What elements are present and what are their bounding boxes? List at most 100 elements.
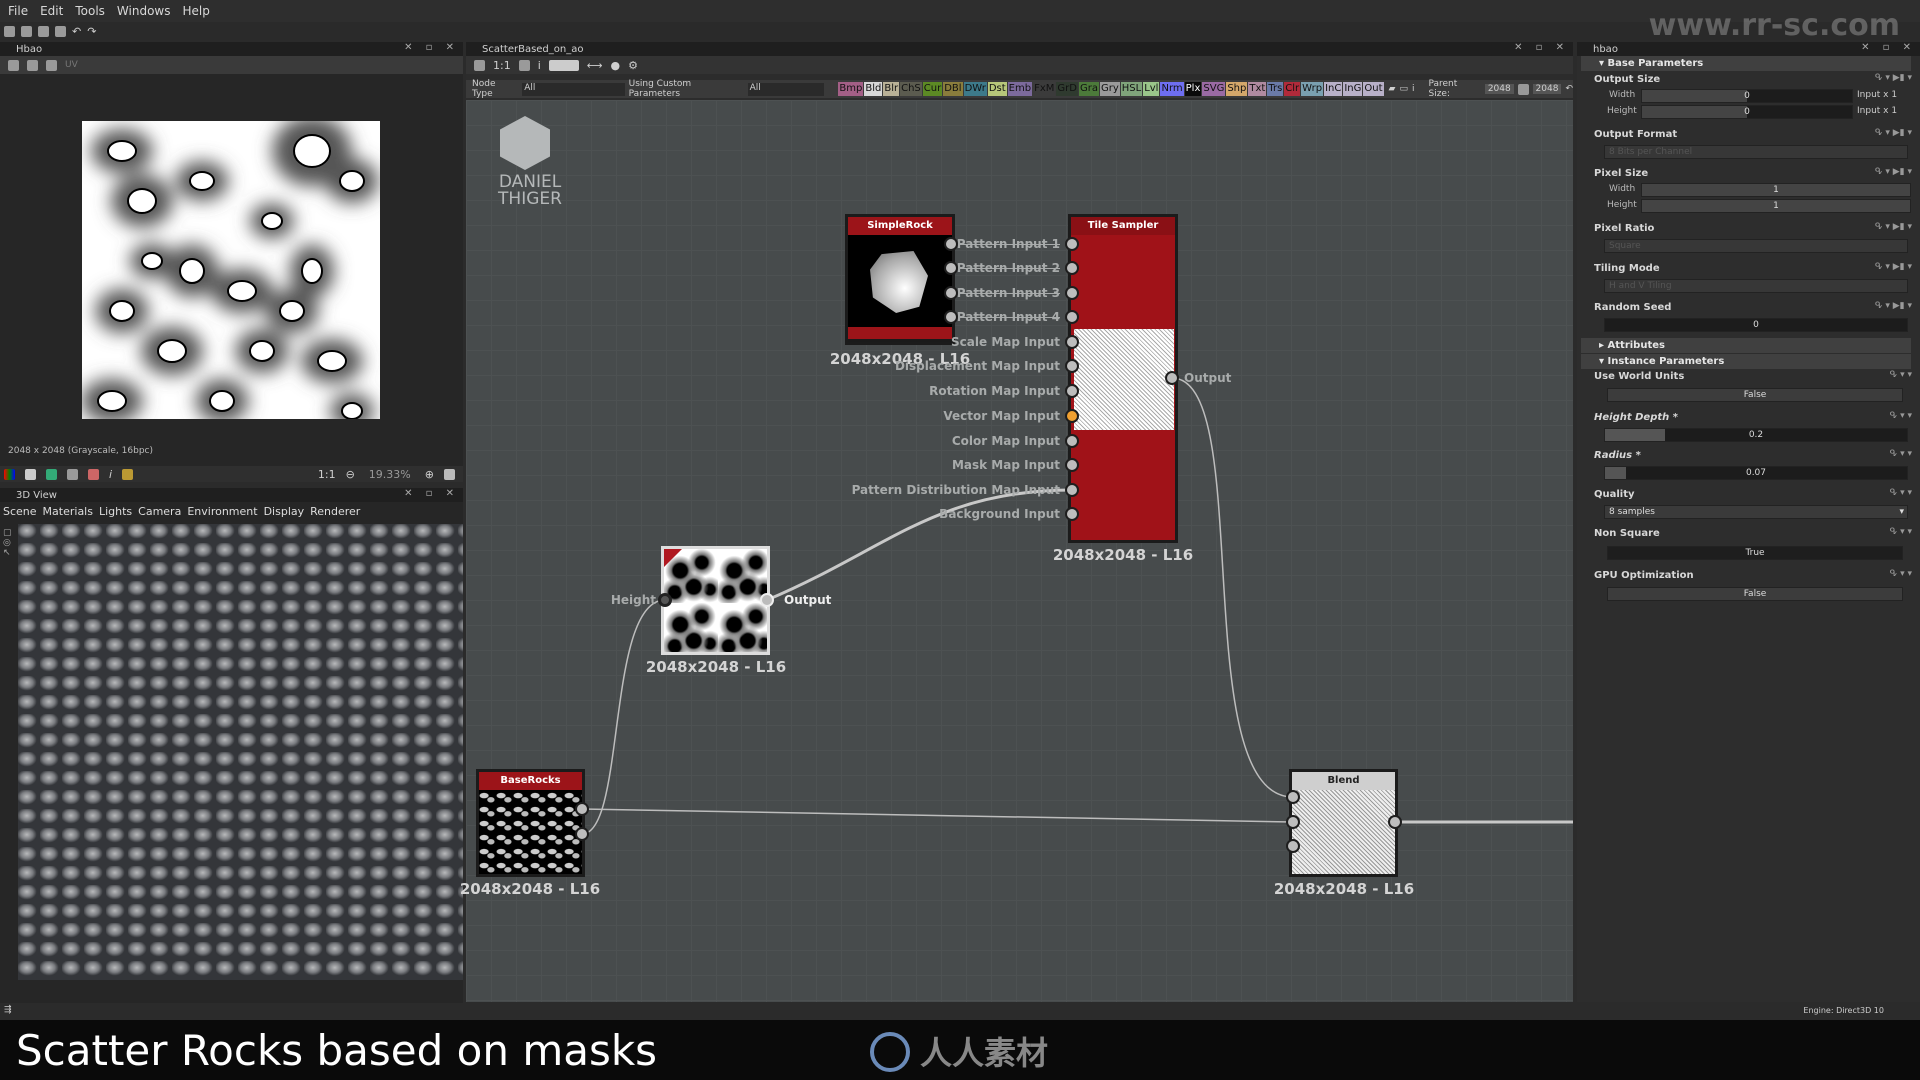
new-icon[interactable]	[4, 25, 15, 37]
menu-help[interactable]: Help	[182, 4, 209, 18]
3d-menu-lights[interactable]: Lights	[99, 505, 132, 518]
menu-tools[interactable]: Tools	[75, 4, 105, 18]
3d-side-tools[interactable]: ▢ ◎ ↖	[3, 528, 15, 568]
window-controls[interactable]: ✕ ▫ ✕	[404, 42, 459, 53]
filter-chip-dwr[interactable]: DWr	[963, 82, 987, 96]
tile-sampler-output-port[interactable]	[1165, 371, 1179, 385]
menu-edit[interactable]: Edit	[40, 4, 63, 18]
blend-output-port[interactable]	[1388, 815, 1402, 829]
tile-sampler-input-port[interactable]	[1065, 335, 1079, 349]
filter-chip-trs[interactable]: Trs	[1267, 82, 1284, 96]
tool-icon[interactable]	[8, 59, 19, 71]
filter-chip-svg[interactable]: SVG	[1202, 82, 1226, 96]
blend-input-port[interactable]	[1286, 790, 1300, 804]
comment-icon[interactable]: ▰	[1389, 84, 1396, 94]
link-icon[interactable]: ⟷	[587, 59, 603, 72]
filter-chip-clr[interactable]: Clr	[1284, 82, 1301, 96]
simple-rock-output-port[interactable]	[944, 286, 958, 300]
tile-sampler-input-port[interactable]	[1065, 261, 1079, 275]
node-type-select[interactable]: All	[522, 82, 625, 96]
base-rocks-output-port[interactable]	[575, 802, 589, 816]
3d-menu-scene[interactable]: Scene	[3, 505, 37, 518]
non-square-toggle[interactable]: True	[1607, 546, 1903, 560]
link-size-icon[interactable]	[1517, 83, 1529, 95]
gpu-optimization-toggle[interactable]: False	[1607, 587, 1903, 601]
height-depth-slider[interactable]: 0.2	[1604, 428, 1908, 442]
bulb-icon[interactable]: ●	[611, 59, 621, 72]
graph-canvas[interactable]: DANIEL THIGER SimpleRock 2048x2048 - L16…	[460, 100, 1573, 1002]
tile-sampler-input-port[interactable]	[1065, 359, 1079, 373]
node-simple-rock[interactable]: SimpleRock	[845, 214, 955, 345]
tile-sampler-input-port[interactable]	[1065, 434, 1079, 448]
tile-sampler-input-port[interactable]	[1065, 458, 1079, 472]
ratio-button[interactable]: 1:1	[493, 59, 511, 72]
radius-slider[interactable]: 0.07	[1604, 466, 1908, 480]
param-controls[interactable]: ᕴ ▾ ▾	[1890, 449, 1912, 459]
filter-chip-bld[interactable]: Bld	[864, 82, 883, 96]
tile-sampler-input-port[interactable]	[1065, 507, 1079, 521]
filter-chip-blr[interactable]: Blr	[883, 82, 900, 96]
zoom-ratio[interactable]: 1:1	[318, 468, 336, 481]
blend-input-port[interactable]	[1286, 815, 1300, 829]
zoom-in-icon[interactable]: ⊕	[425, 468, 434, 481]
param-controls[interactable]: ᕴ ▾ ▾	[1890, 488, 1912, 498]
3d-menu-materials[interactable]: Materials	[43, 505, 93, 518]
param-controls[interactable]: ᕴ ▾ ▶▮ ▾	[1875, 222, 1912, 232]
param-controls[interactable]: ᕴ ▾ ▶▮ ▾	[1875, 167, 1912, 177]
window-controls[interactable]: ✕ ▫ ✕	[404, 488, 459, 499]
size-select[interactable]: 2048	[1532, 84, 1562, 94]
filter-chip-chs[interactable]: ChS	[900, 82, 922, 96]
simple-rock-output-port[interactable]	[944, 261, 958, 275]
color-icon[interactable]	[46, 468, 57, 480]
filter-chip-shp[interactable]: Shp	[1226, 82, 1248, 96]
console-icon[interactable]: ⇶	[4, 1005, 12, 1015]
param-controls[interactable]: ᕴ ▾ ▾	[1890, 411, 1912, 421]
tile-sampler-input-port[interactable]	[1065, 237, 1079, 251]
channels-icon[interactable]	[4, 468, 15, 480]
simple-rock-output-port[interactable]	[944, 237, 958, 251]
blend-input-port[interactable]	[1286, 839, 1300, 853]
base-rocks-output-port[interactable]	[575, 827, 589, 841]
filter-chip-out[interactable]: Out	[1363, 82, 1384, 96]
filter-chip-lvl[interactable]: Lvl	[1143, 82, 1160, 96]
tile-sampler-input-port[interactable]	[1065, 384, 1079, 398]
section-base-parameters[interactable]: ▾ Base Parameters	[1581, 56, 1911, 71]
menu-windows[interactable]: Windows	[117, 4, 171, 18]
checker-icon[interactable]	[25, 468, 36, 480]
save-icon[interactable]	[55, 25, 66, 37]
param-controls[interactable]: ᕴ ▾ ▾	[1890, 527, 1912, 537]
output-format-select[interactable]: 8 Bits per Channel	[1604, 145, 1908, 159]
uv-dropdown[interactable]: UV	[65, 60, 78, 70]
tile-sampler-input-port[interactable]	[1065, 483, 1079, 497]
node-hbao[interactable]	[661, 546, 770, 655]
filter-chip-grd[interactable]: GrD	[1056, 82, 1078, 96]
parent-size-select[interactable]: 2048	[1484, 84, 1514, 94]
window-controls[interactable]: ✕ ▫ ✕	[1861, 42, 1916, 53]
filter-chip-ing[interactable]: InG	[1343, 82, 1363, 96]
output-width-slider[interactable]: 0	[1641, 89, 1853, 103]
zoom-out-icon[interactable]: ⊖	[346, 468, 355, 481]
tile-sampler-input-port[interactable]	[1065, 310, 1079, 324]
histogram-icon[interactable]	[122, 468, 134, 480]
pixel-width-slider[interactable]: 1	[1641, 183, 1911, 197]
hbao-height-input-port[interactable]	[658, 593, 672, 607]
tool-icon[interactable]	[474, 59, 485, 71]
align-icon[interactable]	[548, 59, 579, 71]
3d-menu-display[interactable]: Display	[264, 505, 305, 518]
reset-icon[interactable]: ↶	[1565, 84, 1573, 94]
filter-chip-inc[interactable]: InC	[1324, 82, 1343, 96]
filter-chip-cur[interactable]: Cur	[922, 82, 943, 96]
param-controls[interactable]: ᕴ ▾ ▾	[1890, 569, 1912, 579]
tile-icon[interactable]	[88, 468, 99, 480]
3d-menu-environment[interactable]: Environment	[187, 505, 257, 518]
filter-chip-nrm[interactable]: Nrm	[1160, 82, 1184, 96]
output-height-slider[interactable]: 0	[1641, 105, 1853, 119]
hbao-output-port[interactable]	[760, 593, 774, 607]
filter-chip-gry[interactable]: Gry	[1099, 82, 1120, 96]
frame-icon[interactable]: ▭	[1399, 84, 1408, 94]
gear-icon[interactable]: ⚙	[628, 59, 638, 72]
simple-rock-output-port[interactable]	[944, 310, 958, 324]
random-seed-slider[interactable]: 0	[1604, 318, 1908, 332]
3d-menu-camera[interactable]: Camera	[138, 505, 181, 518]
custom-params-select[interactable]: All	[747, 82, 825, 96]
